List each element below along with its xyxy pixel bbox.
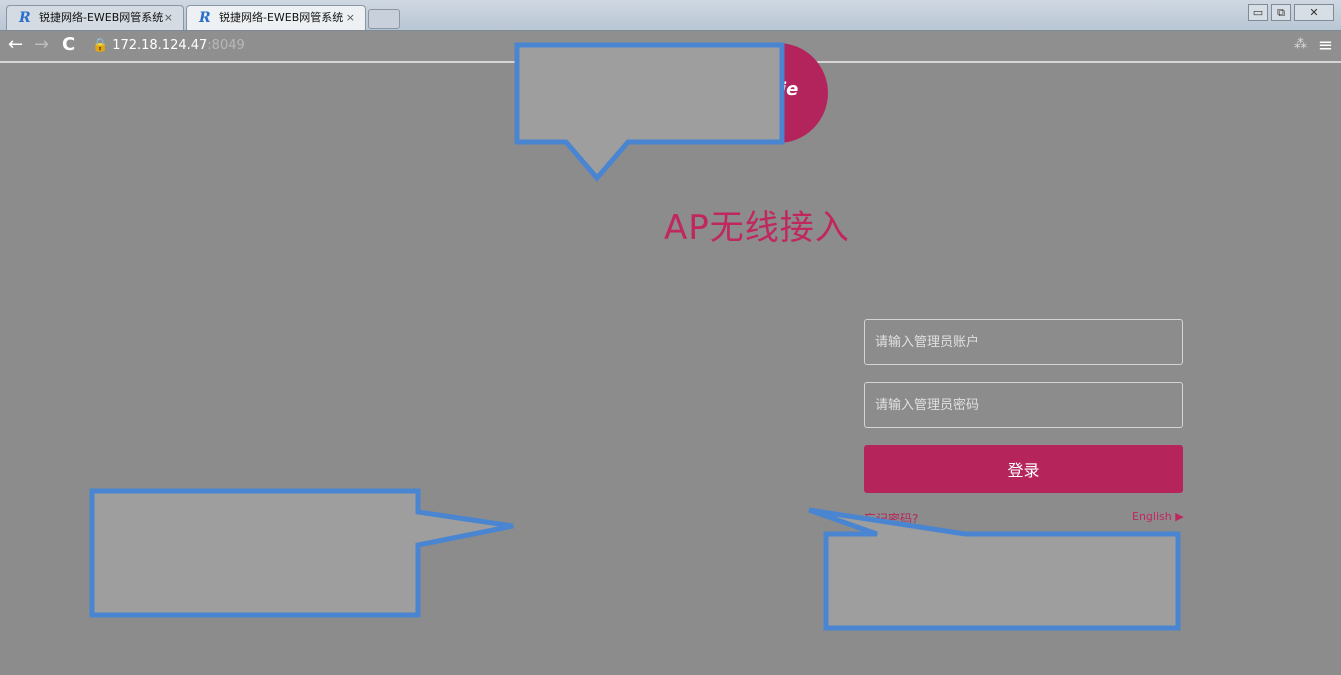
callout-right	[808, 507, 1181, 631]
callout-left	[89, 488, 514, 618]
annotation-callouts	[89, 42, 1181, 631]
browser-window: R 锐捷网络-EWEB网管系统 × R 锐捷网络-EWEB网管系统 × ▭ ⧉ …	[0, 0, 1341, 675]
callout-top	[514, 42, 785, 182]
